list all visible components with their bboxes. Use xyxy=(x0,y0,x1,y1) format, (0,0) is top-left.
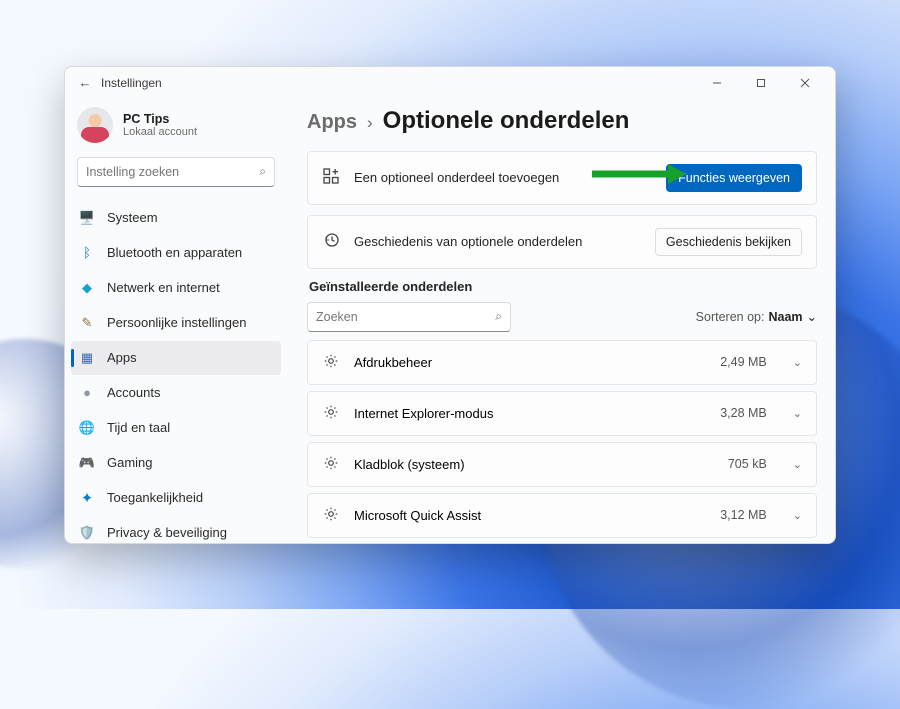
view-features-button[interactable]: Functies weergeven xyxy=(666,164,802,192)
gear-icon xyxy=(322,455,340,474)
settings-window: ← Instellingen PC Tips Lokaal account In… xyxy=(64,66,836,544)
breadcrumb: Apps › Optionele onderdelen xyxy=(307,107,817,135)
gear-icon xyxy=(322,404,340,423)
profile-sub: Lokaal account xyxy=(123,126,197,138)
add-feature-card: Een optioneel onderdeel toevoegen Functi… xyxy=(307,151,817,205)
nav-icon: ᛒ xyxy=(79,245,95,260)
close-button[interactable] xyxy=(783,67,827,99)
history-label: Geschiedenis van optionele onderdelen xyxy=(354,234,641,249)
feature-row[interactable]: Kladblok (systeem) 705 kB ⌄ xyxy=(307,442,817,487)
back-button[interactable]: ← xyxy=(73,75,97,90)
nav-label: Bluetooth en apparaten xyxy=(107,245,242,260)
history-card: Geschiedenis van optionele onderdelen Ge… xyxy=(307,215,817,269)
titlebar: ← Instellingen xyxy=(65,67,835,99)
nav-label: Persoonlijke instellingen xyxy=(107,315,246,330)
gear-icon xyxy=(322,353,340,372)
feature-row[interactable]: Afdrukbeheer 2,49 MB ⌄ xyxy=(307,340,817,385)
feature-row[interactable]: Internet Explorer-modus 3,28 MB ⌄ xyxy=(307,391,817,436)
installed-list: Afdrukbeheer2,49 MB⌄Internet Explorer-mo… xyxy=(307,340,817,538)
maximize-button[interactable] xyxy=(739,67,783,99)
chevron-down-icon: ⌄ xyxy=(793,458,802,471)
nav-icon: ◆ xyxy=(79,280,95,296)
nav-label: Privacy & beveiliging xyxy=(107,525,227,540)
sidebar-search-placeholder: Instelling zoeken xyxy=(86,165,179,179)
nav-label: Accounts xyxy=(107,385,160,400)
nav-label: Netwerk en internet xyxy=(107,280,220,295)
sidebar-item-4[interactable]: ▦ Apps xyxy=(71,341,281,375)
sidebar-item-7[interactable]: 🎮 Gaming xyxy=(71,446,281,480)
nav-icon: 🎮 xyxy=(79,455,95,471)
sort-dropdown[interactable]: Sorteren op: Naam ⌄ xyxy=(696,309,817,324)
nav-icon: 🖥️ xyxy=(79,210,95,226)
window-title: Instellingen xyxy=(101,76,162,90)
feature-row[interactable]: Microsoft Quick Assist 3,12 MB ⌄ xyxy=(307,493,817,538)
sidebar: PC Tips Lokaal account Instelling zoeken… xyxy=(65,99,287,543)
nav-icon: ✎ xyxy=(79,315,95,331)
nav-label: Systeem xyxy=(107,210,158,225)
feature-name: Microsoft Quick Assist xyxy=(354,508,706,523)
nav-icon: 🛡️ xyxy=(79,525,95,541)
sidebar-search[interactable]: Instelling zoeken ⌕ xyxy=(77,157,275,187)
sidebar-item-1[interactable]: ᛒ Bluetooth en apparaten xyxy=(71,236,281,270)
sidebar-item-3[interactable]: ✎ Persoonlijke instellingen xyxy=(71,306,281,340)
add-grid-icon xyxy=(322,168,340,187)
avatar xyxy=(77,107,113,143)
breadcrumb-parent[interactable]: Apps xyxy=(307,111,357,134)
history-icon xyxy=(322,232,340,251)
main-content: Apps › Optionele onderdelen Een optionee… xyxy=(287,99,835,543)
nav-list: 🖥️ Systeem ᛒ Bluetooth en apparaten ◆ Netwerk… xyxy=(71,201,281,544)
search-icon: ⌕ xyxy=(495,309,502,324)
installed-search-placeholder: Zoeken xyxy=(316,310,358,324)
nav-label: Apps xyxy=(107,350,137,365)
installed-search[interactable]: Zoeken ⌕ xyxy=(307,302,511,332)
sidebar-item-0[interactable]: 🖥️ Systeem xyxy=(71,201,281,235)
sidebar-item-9[interactable]: 🛡️ Privacy & beveiliging xyxy=(71,516,281,544)
nav-label: Tijd en taal xyxy=(107,420,170,435)
feature-size: 705 kB xyxy=(728,457,767,471)
chevron-down-icon: ⌄ xyxy=(793,407,802,420)
search-icon: ⌕ xyxy=(259,164,266,179)
nav-icon: 🌐 xyxy=(79,420,95,436)
chevron-down-icon: ⌄ xyxy=(807,309,817,324)
feature-name: Afdrukbeheer xyxy=(354,355,706,370)
feature-name: Kladblok (systeem) xyxy=(354,457,714,472)
sidebar-item-5[interactable]: ● Accounts xyxy=(71,376,281,410)
sort-value: Naam xyxy=(768,310,802,324)
sort-label: Sorteren op: xyxy=(696,310,765,324)
feature-size: 2,49 MB xyxy=(720,355,767,369)
chevron-right-icon: › xyxy=(367,113,373,133)
chevron-down-icon: ⌄ xyxy=(793,356,802,369)
sidebar-item-2[interactable]: ◆ Netwerk en internet xyxy=(71,271,281,305)
nav-icon: ● xyxy=(79,385,95,400)
sidebar-item-6[interactable]: 🌐 Tijd en taal xyxy=(71,411,281,445)
page-title: Optionele onderdelen xyxy=(383,107,630,135)
installed-heading: Geïnstalleerde onderdelen xyxy=(309,279,817,294)
chevron-down-icon: ⌄ xyxy=(793,509,802,522)
view-history-button[interactable]: Geschiedenis bekijken xyxy=(655,228,802,256)
gear-icon xyxy=(322,506,340,525)
feature-name: Internet Explorer-modus xyxy=(354,406,706,421)
nav-label: Gaming xyxy=(107,455,153,470)
nav-icon: ✦ xyxy=(79,489,95,507)
feature-size: 3,12 MB xyxy=(720,508,767,522)
profile-block[interactable]: PC Tips Lokaal account xyxy=(71,103,281,157)
add-feature-label: Een optioneel onderdeel toevoegen xyxy=(354,170,652,185)
sidebar-item-8[interactable]: ✦ Toegankelijkheid xyxy=(71,481,281,515)
nav-label: Toegankelijkheid xyxy=(107,490,203,505)
profile-name: PC Tips xyxy=(123,112,197,126)
minimize-button[interactable] xyxy=(695,67,739,99)
feature-size: 3,28 MB xyxy=(720,406,767,420)
nav-icon: ▦ xyxy=(79,350,95,366)
